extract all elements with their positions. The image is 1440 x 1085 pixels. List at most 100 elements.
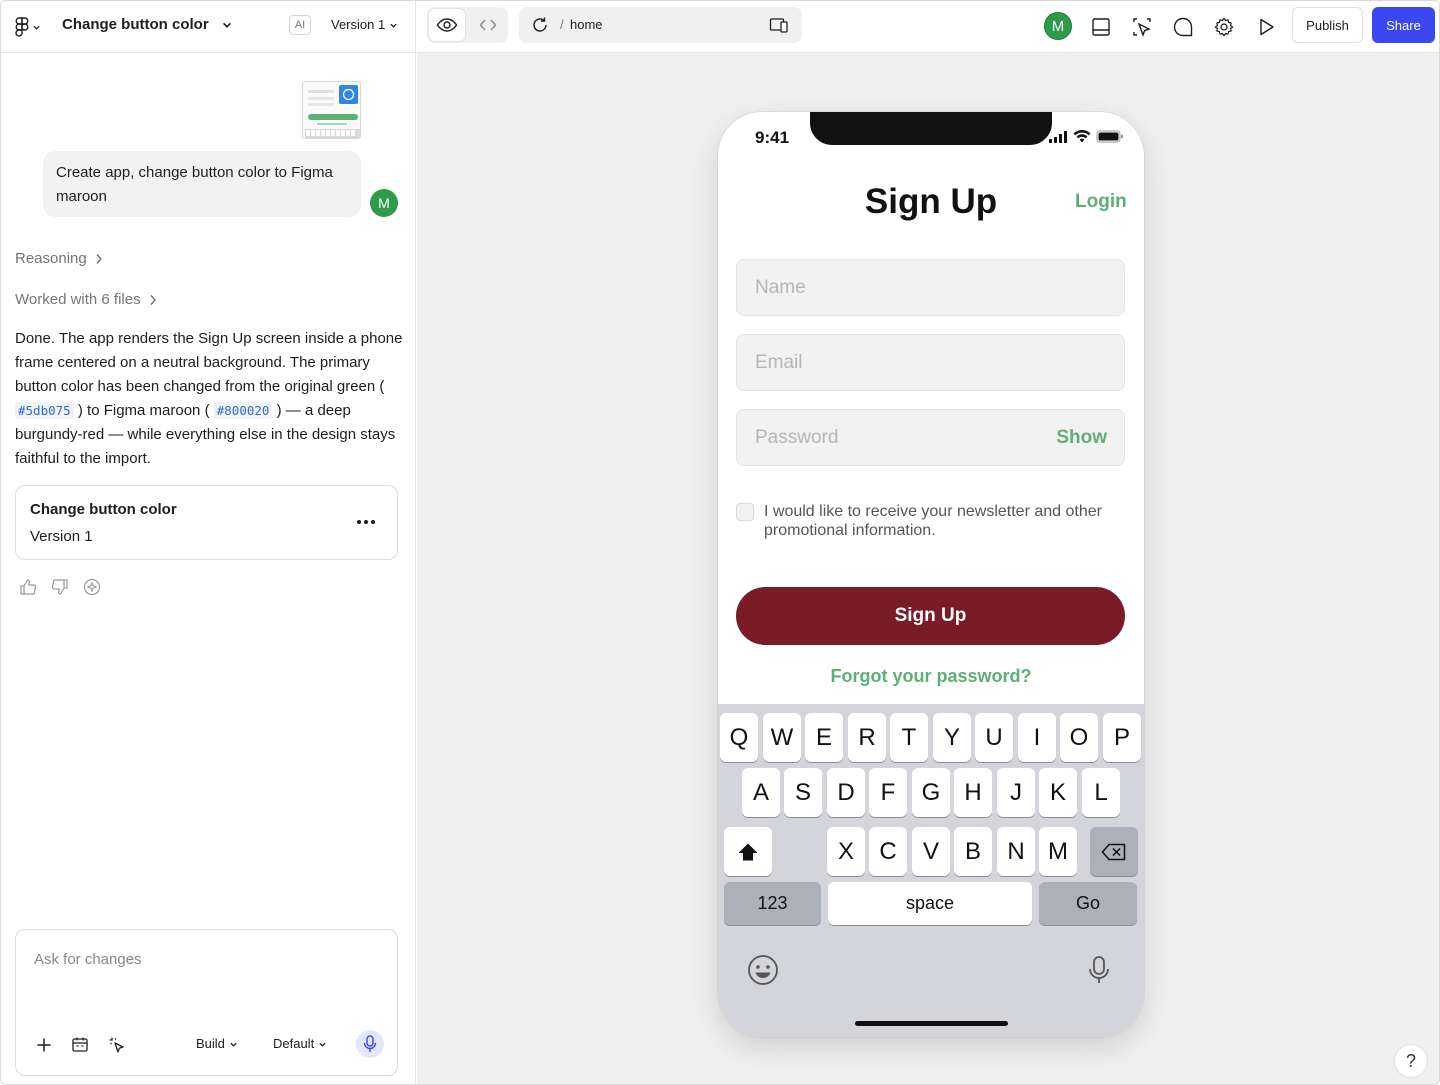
key-j[interactable]: J — [997, 768, 1035, 817]
key-s[interactable]: S — [784, 768, 822, 817]
key-o[interactable]: O — [1060, 713, 1098, 762]
inspect-icon[interactable] — [1130, 15, 1154, 39]
attachment-thumbnail[interactable] — [302, 81, 361, 139]
thumbs-down-icon[interactable] — [51, 578, 69, 596]
magic-cursor-icon[interactable] — [106, 1034, 128, 1056]
ai-badge[interactable]: AI — [289, 15, 311, 35]
calendar-icon[interactable] — [69, 1034, 91, 1056]
numbers-key[interactable]: 123 — [724, 882, 821, 925]
url-bar[interactable]: / home — [519, 7, 802, 43]
shift-key[interactable] — [724, 827, 772, 876]
home-indicator — [855, 1021, 1008, 1026]
chevron-down-icon — [229, 1040, 238, 1049]
more-icon[interactable] — [352, 510, 380, 534]
response-text: ) to Figma maroon ( — [77, 402, 210, 419]
key-r[interactable]: R — [848, 713, 886, 762]
password-field[interactable]: Password Show — [736, 409, 1125, 466]
worked-files-label: Worked with 6 files — [15, 291, 141, 308]
help-button[interactable]: ? — [1394, 1044, 1428, 1078]
chevron-down-icon — [318, 1040, 327, 1049]
name-placeholder: Name — [755, 277, 806, 298]
key-x[interactable]: X — [827, 827, 865, 876]
key-y[interactable]: Y — [933, 713, 971, 762]
reasoning-toggle[interactable]: Reasoning — [15, 249, 103, 269]
backspace-icon — [1101, 843, 1127, 861]
key-d[interactable]: D — [827, 768, 865, 817]
plus-icon[interactable] — [33, 1034, 55, 1056]
signal-icon — [1048, 130, 1068, 143]
publish-button[interactable]: Publish — [1292, 7, 1363, 43]
key-p[interactable]: P — [1103, 713, 1141, 762]
thumbs-up-icon[interactable] — [19, 578, 37, 596]
name-field[interactable]: Name — [736, 259, 1125, 316]
signup-button[interactable]: Sign Up — [736, 587, 1125, 645]
composer-input[interactable]: Ask for changes — [34, 950, 142, 970]
key-v[interactable]: V — [912, 827, 950, 876]
gear-icon[interactable] — [1212, 15, 1236, 39]
on-screen-keyboard: Q W E R T Y U I O P A S D F G H J K L X … — [718, 704, 1144, 1037]
color-code: #5db075 — [15, 402, 74, 419]
play-icon[interactable] — [1254, 15, 1278, 39]
preview-canvas: 9:41 Sign Up Login Name Email Password S… — [417, 53, 1439, 1084]
code-mode-button[interactable] — [469, 8, 507, 42]
mic-icon[interactable] — [1087, 954, 1111, 986]
key-k[interactable]: K — [1039, 768, 1077, 817]
model-select[interactable]: Default — [273, 1035, 327, 1053]
comment-icon[interactable] — [1171, 15, 1195, 39]
show-password-button[interactable]: Show — [1056, 427, 1107, 449]
chevron-right-icon — [149, 294, 157, 306]
version-card[interactable]: Change button color Version 1 — [15, 485, 398, 560]
key-c[interactable]: C — [869, 827, 907, 876]
worked-files-toggle[interactable]: Worked with 6 files — [15, 290, 157, 310]
device-icon[interactable] — [769, 16, 789, 34]
key-m[interactable]: M — [1039, 827, 1077, 876]
feedback-actions — [19, 578, 101, 596]
refresh-icon[interactable] — [531, 16, 549, 34]
newsletter-checkbox[interactable] — [736, 503, 754, 521]
sparkle-icon[interactable] — [83, 578, 101, 596]
key-g[interactable]: G — [912, 768, 950, 817]
key-i[interactable]: I — [1018, 713, 1056, 762]
key-n[interactable]: N — [997, 827, 1035, 876]
chevron-right-icon — [95, 253, 103, 265]
key-l[interactable]: L — [1082, 768, 1120, 817]
url-path[interactable]: home — [570, 16, 603, 34]
preview-mode-button[interactable] — [428, 8, 466, 42]
key-u[interactable]: U — [975, 713, 1013, 762]
key-a[interactable]: A — [742, 768, 780, 817]
emoji-icon[interactable] — [747, 954, 779, 986]
key-e[interactable]: E — [805, 713, 843, 762]
login-link[interactable]: Login — [1075, 190, 1127, 214]
version-select[interactable]: Version 1 — [331, 16, 398, 34]
share-button[interactable]: Share — [1372, 7, 1435, 43]
main-menu-button[interactable] — [15, 15, 51, 39]
key-f[interactable]: F — [869, 768, 907, 817]
project-title[interactable]: Change button color — [62, 15, 209, 35]
status-time: 9:41 — [755, 128, 790, 147]
chevron-down-icon[interactable] — [221, 17, 235, 33]
layout-icon[interactable] — [1089, 15, 1113, 39]
wifi-icon — [1073, 130, 1091, 143]
key-h[interactable]: H — [954, 768, 992, 817]
key-t[interactable]: T — [890, 713, 928, 762]
backspace-key[interactable] — [1090, 827, 1138, 876]
key-q[interactable]: Q — [720, 713, 758, 762]
user-avatar[interactable]: M — [1044, 12, 1072, 40]
app-window: Change button color AI Version 1 / home … — [0, 0, 1440, 1085]
newsletter-label: I would like to receive your newsletter … — [764, 503, 1102, 539]
color-code: #800020 — [213, 402, 273, 419]
shift-icon — [737, 842, 759, 862]
chat-composer: Ask for changes Build Default — [15, 929, 398, 1076]
key-b[interactable]: B — [954, 827, 992, 876]
go-key[interactable]: Go — [1039, 882, 1137, 925]
key-w[interactable]: W — [763, 713, 801, 762]
email-field[interactable]: Email — [736, 334, 1125, 391]
response-text: Done. The app renders the Sign Up screen… — [15, 330, 403, 395]
status-icons — [1048, 130, 1124, 143]
mic-icon[interactable] — [356, 1030, 384, 1058]
space-key[interactable]: space — [828, 882, 1032, 925]
forgot-password-link[interactable]: Forgot your password? — [718, 664, 1144, 688]
top-bar-left: Change button color AI Version 1 — [1, 1, 416, 53]
top-bar: Change button color AI Version 1 / home … — [1, 1, 1439, 53]
mode-select[interactable]: Build — [196, 1035, 238, 1053]
